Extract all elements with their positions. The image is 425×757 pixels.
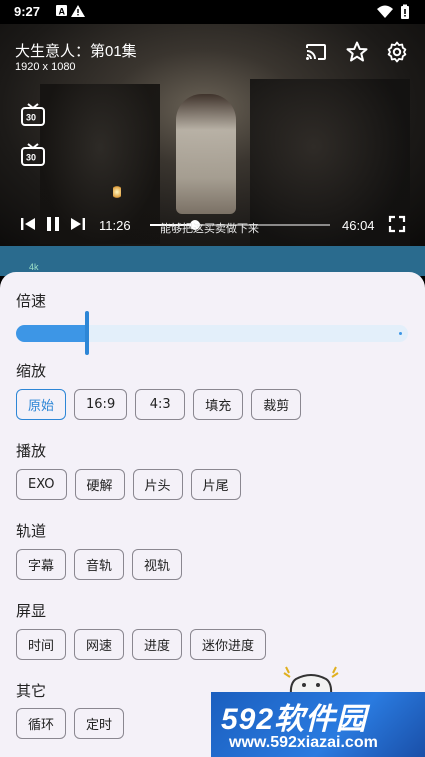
total-time: 46:04 [342, 218, 375, 233]
display-option-progress[interactable]: 进度 [132, 629, 183, 660]
other-section-title: 其它 [16, 682, 47, 700]
current-time: 11:26 [99, 218, 131, 233]
video-resolution: 1920 x 1080 [15, 61, 76, 73]
star-icon[interactable] [345, 40, 369, 64]
battery-icon [401, 4, 409, 19]
video-frame-candle [113, 184, 121, 200]
player-settings-sheet: 倍速 缩放 原始 16:9 4:3 填充 裁剪 播放 EXO 硬解 片头 片尾 … [0, 272, 425, 757]
zoom-option-fill[interactable]: 填充 [193, 389, 244, 420]
svg-text:A: A [59, 7, 66, 17]
zoom-options: 原始 16:9 4:3 填充 裁剪 [16, 389, 302, 422]
playback-options: EXO 硬解 片头 片尾 [16, 469, 241, 502]
playback-section-title: 播放 [16, 442, 47, 460]
fullscreen-icon[interactable] [388, 215, 406, 233]
site-watermark: 592软件园 www.592xiazai.com [211, 692, 425, 757]
speed-slider-end-dot [399, 332, 402, 335]
warning-icon [71, 5, 85, 17]
tv-30s-icon[interactable]: 30 [20, 102, 46, 128]
gear-icon[interactable] [385, 40, 409, 64]
tv-30s-forward-icon[interactable]: 30 [20, 142, 46, 168]
track-options: 字幕 音轨 视轨 [16, 549, 183, 582]
display-option-net-speed[interactable]: 网速 [74, 629, 125, 660]
playback-option-exo[interactable]: EXO [16, 469, 67, 500]
speed-slider-fill [16, 325, 87, 342]
speed-slider-thumb[interactable] [84, 311, 89, 355]
skip-next-icon[interactable] [69, 215, 87, 233]
zoom-option-original[interactable]: 原始 [16, 389, 67, 420]
watermark-url: www.592xiazai.com [229, 734, 378, 751]
track-option-subtitles[interactable]: 字幕 [16, 549, 67, 580]
wifi-icon [377, 5, 393, 18]
zoom-option-16-9[interactable]: 16:9 [74, 389, 128, 420]
status-left-icons: A [55, 3, 95, 23]
zoom-section-title: 缩放 [16, 362, 47, 380]
speed-section-title: 倍速 [16, 292, 47, 310]
video-title: 大生意人：第01集 [15, 43, 137, 60]
svg-text:30: 30 [26, 153, 36, 163]
screen-display-section-title: 屏显 [16, 602, 47, 620]
display-option-time[interactable]: 时间 [16, 629, 67, 660]
display-option-mini-progress[interactable]: 迷你进度 [190, 629, 267, 660]
cast-icon[interactable] [304, 40, 328, 64]
track-option-audio[interactable]: 音轨 [74, 549, 125, 580]
video-subtitle: 能够把这买卖做下来 [160, 222, 259, 235]
status-bar: 9:27 A [0, 0, 425, 24]
zoom-option-crop[interactable]: 裁剪 [251, 389, 302, 420]
a-box-icon: A [56, 5, 67, 17]
status-right-icons [375, 4, 415, 24]
video-frame-figure [176, 94, 236, 214]
other-option-loop[interactable]: 循环 [16, 708, 67, 739]
pause-icon[interactable] [44, 215, 62, 233]
tracks-section-title: 轨道 [16, 522, 47, 540]
watermark-logo: 592软件园 [221, 703, 368, 736]
svg-text:30: 30 [26, 113, 36, 123]
other-option-timer[interactable]: 定时 [74, 708, 125, 739]
playback-option-hardware-decode[interactable]: 硬解 [74, 469, 125, 500]
screen-display-options: 时间 网速 进度 迷你进度 [16, 629, 267, 662]
skip-previous-icon[interactable] [19, 215, 37, 233]
speed-slider[interactable] [16, 311, 408, 355]
track-option-video[interactable]: 视轨 [132, 549, 183, 580]
status-time: 9:27 [14, 4, 41, 19]
quality-badge: 4k [29, 262, 39, 272]
playback-option-outro[interactable]: 片尾 [190, 469, 241, 500]
zoom-option-4-3[interactable]: 4:3 [135, 389, 186, 420]
video-player[interactable]: 大生意人：第01集 1920 x 1080 30 30 11:26 46:04 [0, 24, 425, 246]
other-options: 循环 定时 [16, 708, 125, 741]
playback-option-intro[interactable]: 片头 [132, 469, 183, 500]
